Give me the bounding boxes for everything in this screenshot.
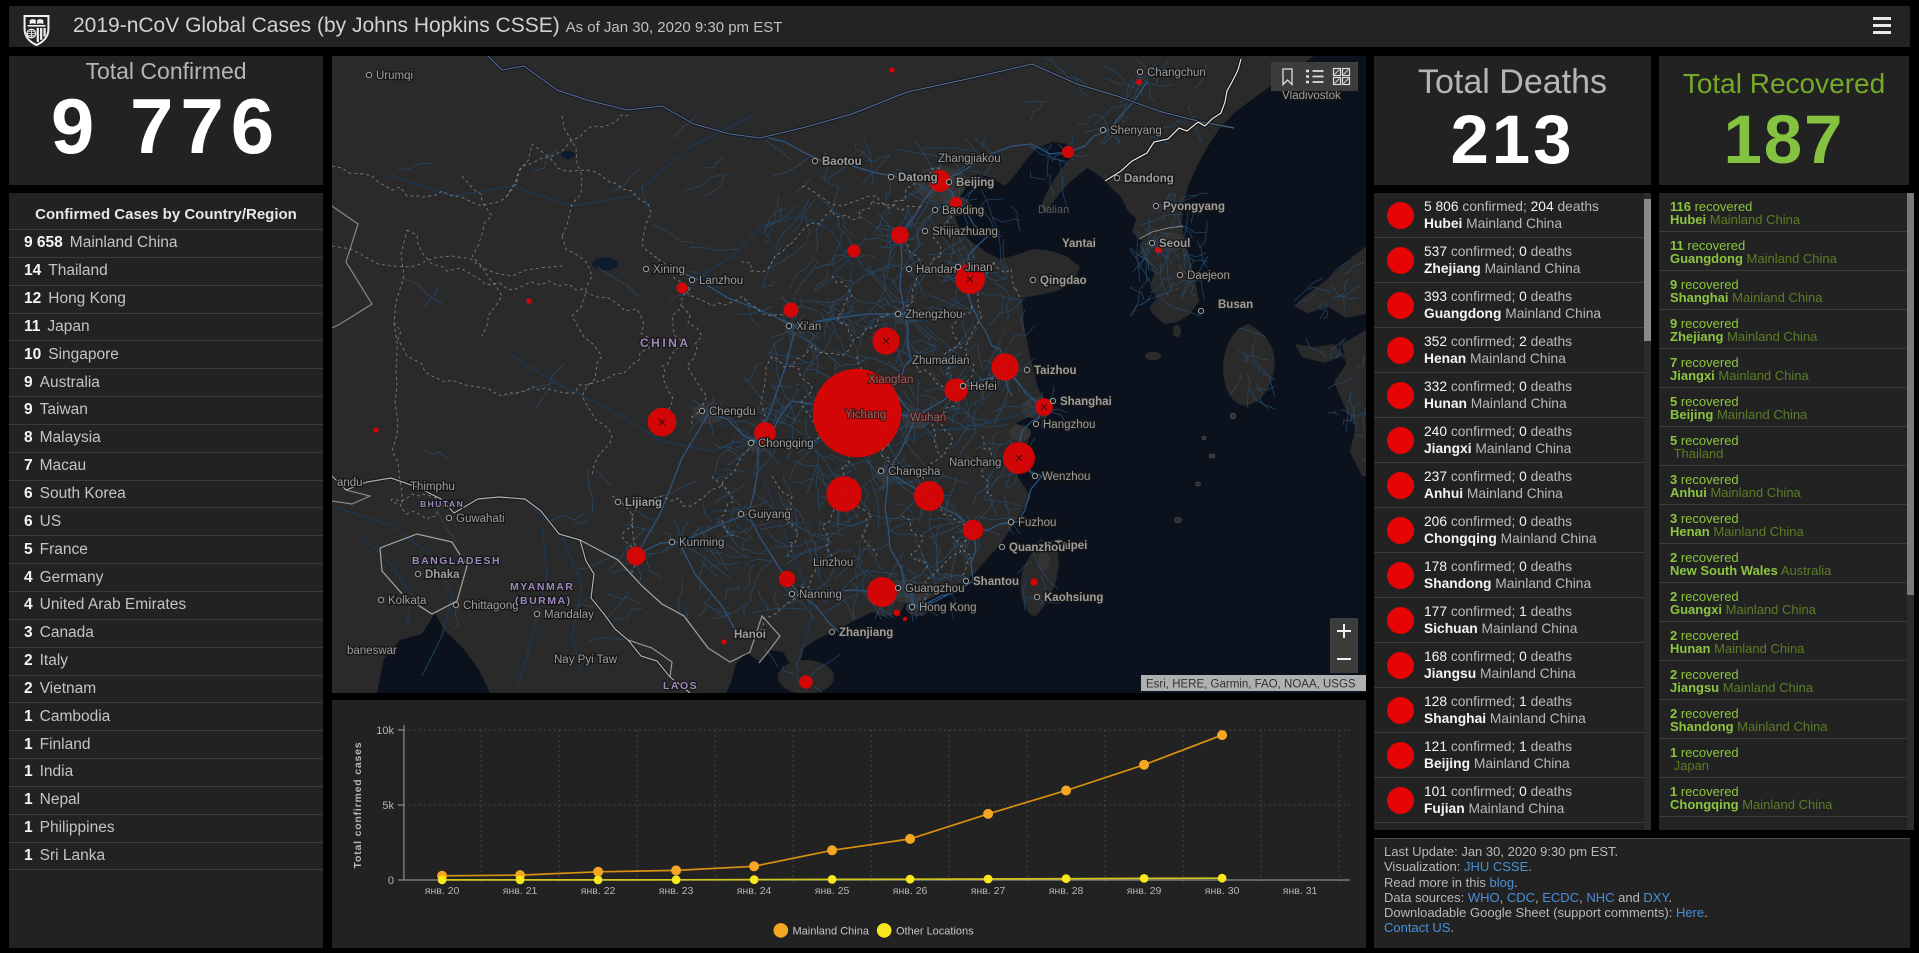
svg-text:янв. 21: янв. 21 bbox=[503, 885, 538, 897]
svg-text:янв. 30: янв. 30 bbox=[1205, 885, 1240, 897]
svg-text:Seoul: Seoul bbox=[1159, 238, 1190, 250]
svg-text:Lanzhou: Lanzhou bbox=[699, 275, 743, 287]
svg-text:Yichang: Yichang bbox=[845, 409, 886, 421]
svg-text:Nay Pyi Taw: Nay Pyi Taw bbox=[554, 654, 618, 666]
svg-text:Zhanjiang: Zhanjiang bbox=[839, 627, 893, 639]
svg-text:янв. 20: янв. 20 bbox=[425, 885, 460, 897]
svg-text:янв. 23: янв. 23 bbox=[659, 885, 694, 897]
svg-text:Total confirmed cases: Total confirmed cases bbox=[352, 742, 364, 869]
svg-text:Jinan: Jinan bbox=[965, 262, 993, 274]
svg-text:Mandalay: Mandalay bbox=[544, 609, 594, 621]
svg-text:0: 0 bbox=[388, 875, 394, 887]
svg-text:Chengdu: Chengdu bbox=[709, 406, 756, 418]
svg-text:Changsha: Changsha bbox=[888, 466, 941, 478]
svg-text:Xiangfan: Xiangfan bbox=[868, 374, 913, 386]
svg-text:янв. 26: янв. 26 bbox=[893, 885, 928, 897]
svg-text:Kolkata: Kolkata bbox=[388, 595, 427, 607]
svg-text:Fuzhou: Fuzhou bbox=[1018, 517, 1056, 529]
svg-text:Other Locations: Other Locations bbox=[896, 926, 974, 938]
svg-text:Taizhou: Taizhou bbox=[1034, 365, 1077, 377]
svg-text:Lijiang: Lijiang bbox=[625, 497, 662, 509]
svg-text:янв. 31: янв. 31 bbox=[1283, 885, 1318, 897]
svg-text:Linzhou: Linzhou bbox=[813, 557, 853, 569]
svg-text:Hong Kong: Hong Kong bbox=[919, 602, 977, 614]
svg-text:Zhangjiakou: Zhangjiakou bbox=[938, 153, 1001, 165]
svg-text:Shanghai: Shanghai bbox=[1060, 396, 1112, 408]
svg-text:Hefei: Hefei bbox=[970, 381, 997, 393]
svg-text:Shantou: Shantou bbox=[973, 576, 1019, 588]
svg-text:Dalian: Dalian bbox=[1038, 204, 1069, 216]
svg-text:Chittagong: Chittagong bbox=[463, 600, 519, 612]
svg-text:Nanning: Nanning bbox=[799, 589, 842, 601]
svg-text:Guwahati: Guwahati bbox=[456, 513, 505, 525]
svg-text:Pyongyang: Pyongyang bbox=[1163, 201, 1225, 213]
svg-text:MYANMAR: MYANMAR bbox=[510, 581, 574, 593]
svg-text:Datong: Datong bbox=[898, 172, 938, 184]
svg-text:Dandong: Dandong bbox=[1124, 173, 1174, 185]
svg-text:Hanoi: Hanoi bbox=[734, 629, 766, 641]
svg-text:5k: 5k bbox=[382, 800, 394, 812]
svg-text:Kunming: Kunming bbox=[679, 537, 724, 549]
svg-text:Shenyang: Shenyang bbox=[1110, 125, 1162, 137]
svg-text:Vladivostok: Vladivostok bbox=[1282, 90, 1341, 102]
svg-text:Changchun: Changchun bbox=[1147, 67, 1206, 79]
svg-text:янв. 25: янв. 25 bbox=[815, 885, 850, 897]
svg-text:Urumqi: Urumqi bbox=[376, 70, 413, 82]
svg-text:Guangzhou: Guangzhou bbox=[905, 583, 964, 595]
svg-text:Handan: Handan bbox=[916, 264, 956, 276]
svg-text:Esri, HERE, Garmin, FAO, NOAA,: Esri, HERE, Garmin, FAO, NOAA, USGS bbox=[1146, 679, 1356, 691]
svg-text:andu: andu bbox=[337, 477, 363, 489]
svg-text:Quanzhou: Quanzhou bbox=[1009, 542, 1065, 554]
svg-text:BHUTAN: BHUTAN bbox=[420, 499, 464, 509]
svg-text:baneswar: baneswar bbox=[347, 645, 397, 657]
svg-text:Kaohsiung: Kaohsiung bbox=[1044, 592, 1103, 604]
svg-text:Wenzhou: Wenzhou bbox=[1042, 471, 1090, 483]
svg-text:CHINA: CHINA bbox=[640, 336, 691, 350]
svg-text:Shijiazhuang: Shijiazhuang bbox=[932, 226, 998, 238]
svg-text:BANGLADESH: BANGLADESH bbox=[412, 555, 501, 567]
svg-text:Mainland China: Mainland China bbox=[793, 926, 870, 938]
svg-text:LAOS: LAOS bbox=[663, 680, 698, 692]
svg-text:10k: 10k bbox=[376, 725, 394, 737]
svg-text:Wuhan: Wuhan bbox=[910, 412, 946, 424]
svg-text:Yantai: Yantai bbox=[1062, 238, 1096, 250]
svg-text:янв. 24: янв. 24 bbox=[737, 885, 772, 897]
svg-text:Chongqing: Chongqing bbox=[758, 438, 814, 450]
svg-text:Dhaka: Dhaka bbox=[425, 569, 460, 581]
svg-text:Thimphu: Thimphu bbox=[410, 481, 455, 493]
svg-text:Beijing: Beijing bbox=[956, 177, 994, 189]
svg-text:Zhumadian: Zhumadian bbox=[912, 355, 970, 367]
svg-text:Daejeon: Daejeon bbox=[1187, 270, 1230, 282]
svg-text:янв. 27: янв. 27 bbox=[971, 885, 1006, 897]
svg-text:Zhengzhou: Zhengzhou bbox=[905, 309, 963, 321]
svg-text:Xi'an: Xi'an bbox=[796, 321, 821, 333]
svg-text:Xining: Xining bbox=[653, 264, 685, 276]
svg-text:Nanchang: Nanchang bbox=[949, 457, 1001, 469]
svg-text:Busan: Busan bbox=[1218, 299, 1253, 311]
svg-text:Qingdao: Qingdao bbox=[1040, 275, 1087, 287]
svg-text:Baoding: Baoding bbox=[942, 205, 984, 217]
svg-text:янв. 28: янв. 28 bbox=[1049, 885, 1084, 897]
svg-text:янв. 29: янв. 29 bbox=[1127, 885, 1162, 897]
svg-text:Baotou: Baotou bbox=[822, 156, 862, 168]
svg-text:Hangzhou: Hangzhou bbox=[1043, 419, 1095, 431]
svg-text:(BURMA): (BURMA) bbox=[515, 595, 572, 607]
svg-text:янв. 22: янв. 22 bbox=[581, 885, 616, 897]
svg-text:Guiyang: Guiyang bbox=[748, 509, 791, 521]
